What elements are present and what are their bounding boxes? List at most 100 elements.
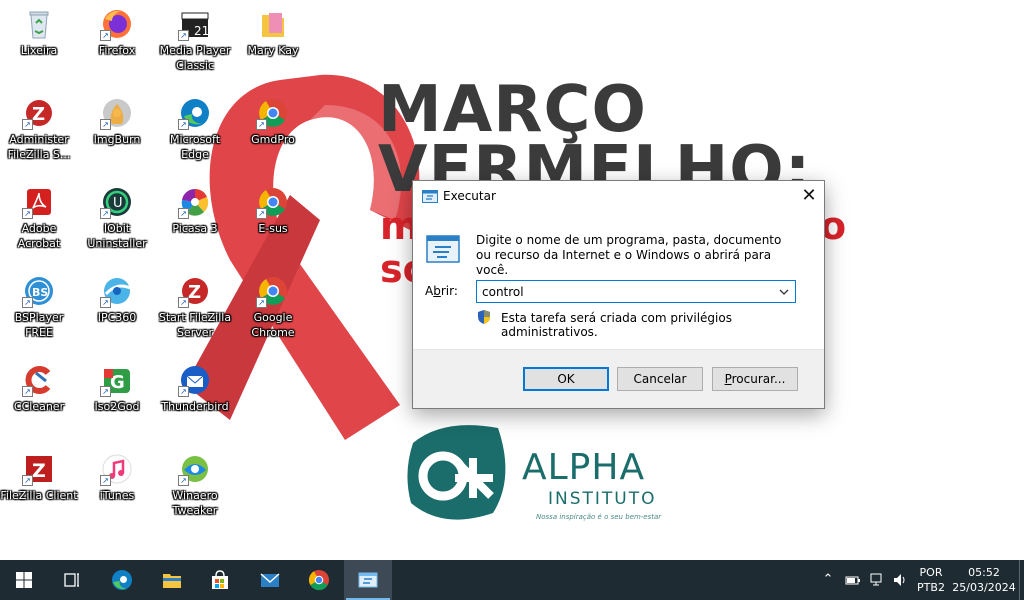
chevron-up-icon[interactable]: ⌃: [820, 572, 836, 588]
start-button[interactable]: [0, 560, 48, 600]
taskbar-store[interactable]: [196, 560, 244, 600]
taskbar-edge[interactable]: [98, 560, 146, 600]
keyboard-layout: PTB2: [917, 581, 945, 594]
desktop-icon-bsplayer[interactable]: BS ↗ BSPlayer FREE: [0, 274, 78, 340]
ccleaner-icon: ↗: [22, 363, 56, 397]
filezilla-server-icon: Z ↗: [22, 96, 56, 130]
file-explorer-icon: [163, 574, 181, 588]
desktop-icon-ipc360[interactable]: ↗ IPC360: [78, 274, 156, 325]
desktop-icon-filezilla-client[interactable]: Z ↗ FileZilla Client: [0, 452, 78, 503]
desktop-icon-ccleaner[interactable]: ↗ CCleaner: [0, 363, 78, 414]
taskbar-mail[interactable]: [246, 560, 294, 600]
store-icon: [212, 570, 228, 589]
desktop-icon-label: Iso2God: [94, 400, 140, 413]
desktop-icon-label: Start FileZilla Server: [158, 311, 232, 339]
desktop-icon-adobe-acrobat[interactable]: ↗ Adobe Acrobat: [0, 185, 78, 251]
run-program-icon: [426, 235, 460, 263]
desktop-icon-label: FileZilla Client: [0, 489, 78, 502]
chrome-icon: ↗: [256, 274, 290, 308]
desktop-icon-e-sus[interactable]: ↗ E-sus: [234, 185, 312, 236]
desktop-icon-iso2god[interactable]: G ↗ Iso2God: [78, 363, 156, 414]
taskbar-clock[interactable]: 05:52 25/03/2024: [951, 565, 1017, 595]
desktop-icon-label: Picasa 3: [172, 222, 218, 235]
admin-privilege-note: Esta tarefa será criada com privilégios …: [501, 311, 732, 339]
alpha-logo-subtitle: INSTITUTO: [548, 489, 657, 509]
edge-icon: ↗: [178, 96, 212, 130]
desktop-icon-gmdpro[interactable]: ↗ GmdPro: [234, 96, 312, 147]
desktop-icon-label: Thunderbird: [161, 400, 229, 413]
task-view-icon: [64, 573, 79, 587]
run-icon: [422, 190, 438, 203]
iobit-icon: U ↗: [100, 185, 134, 219]
battery-icon[interactable]: [845, 572, 861, 588]
svg-text:Z: Z: [188, 282, 201, 303]
thunderbird-icon: ↗: [178, 363, 212, 397]
desktop-icon-administer-filezilla[interactable]: Z ↗ Administer FileZilla S...: [0, 96, 78, 162]
desktop-icon-winaero[interactable]: ↗ Winaero Tweaker: [156, 452, 234, 518]
desktop-icon-media-player[interactable]: 21 ↗ Media Player Classic: [156, 7, 234, 73]
run-dialog: Executar ✕ Digite o nome de um programa,…: [412, 180, 825, 409]
desktop-icon-google-chrome[interactable]: ↗ Google Chrome: [234, 274, 312, 340]
desktop-icon-label: Winaero Tweaker: [172, 489, 218, 517]
ok-button[interactable]: OK: [523, 367, 609, 391]
svg-text:Z: Z: [32, 104, 45, 125]
svg-text:Z: Z: [32, 460, 46, 482]
desktop-icon-label: Media Player Classic: [159, 44, 231, 72]
clock-time: 05:52: [968, 566, 1000, 579]
dialog-titlebar[interactable]: Executar ✕: [413, 181, 824, 212]
uac-shield-icon: [478, 310, 490, 324]
cancel-button[interactable]: Cancelar: [617, 367, 703, 391]
input-language-indicator[interactable]: POR PTB2: [916, 565, 946, 595]
desktop-icon-imgburn[interactable]: ↗ ImgBurn: [78, 96, 156, 147]
taskbar-run[interactable]: [344, 560, 392, 600]
taskbar: ⌃ POR PTB2 05:52 25/03/2024: [0, 560, 1024, 600]
desktop-icon-start-filezilla[interactable]: Z ↗ Start FileZilla Server: [156, 274, 234, 340]
desktop-icon-firefox[interactable]: ↗ Firefox: [78, 7, 156, 58]
desktop-icon-label: Administer FileZilla S...: [7, 133, 71, 161]
acrobat-icon: ↗: [22, 185, 56, 219]
desktop-icon-label: IPC360: [97, 311, 137, 324]
dialog-description: Digite o nome de um programa, pasta, doc…: [476, 233, 782, 277]
show-desktop-button[interactable]: [1019, 560, 1020, 600]
close-icon[interactable]: ✕: [794, 181, 824, 211]
open-input[interactable]: [477, 281, 773, 302]
svg-text:21: 21: [194, 24, 209, 38]
edge-icon: [112, 570, 132, 590]
network-icon[interactable]: [869, 572, 885, 588]
desktop-icon-lixeira[interactable]: Lixeira: [0, 7, 78, 58]
desktop-icon-label: GmdPro: [251, 133, 295, 146]
chrome-icon: ↗: [256, 185, 290, 219]
itunes-icon: ↗: [100, 452, 134, 486]
windows-start-icon: [16, 572, 32, 588]
chevron-down-icon[interactable]: [777, 285, 791, 298]
browse-button[interactable]: Procurar...: [712, 367, 798, 391]
svg-text:U: U: [113, 196, 123, 211]
desktop-icon-itunes[interactable]: ↗ iTunes: [78, 452, 156, 503]
desktop-icon-label: IObit Uninstaller: [87, 222, 147, 250]
taskbar-file-explorer[interactable]: [148, 560, 196, 600]
clock-date: 25/03/2024: [952, 581, 1016, 594]
iso2god-icon: G ↗: [100, 363, 134, 397]
alpha-logo-icon: [407, 425, 506, 520]
desktop-icon-mary-kay[interactable]: Mary Kay: [234, 7, 312, 58]
dialog-body: Digite o nome de um programa, pasta, doc…: [413, 212, 824, 349]
dialog-title: Executar: [443, 189, 496, 203]
open-combobox[interactable]: [476, 280, 796, 303]
desktop-icon-label: Adobe Acrobat: [17, 222, 61, 250]
run-icon: [358, 572, 378, 588]
imgburn-icon: ↗: [100, 96, 134, 130]
taskbar-chrome[interactable]: [295, 560, 343, 600]
filezilla-server-icon: Z ↗: [178, 274, 212, 308]
alpha-logo-name: ALPHA: [522, 447, 646, 488]
media-player-icon: 21 ↗: [178, 7, 212, 41]
volume-icon[interactable]: [892, 572, 908, 588]
desktop-icon-iobit[interactable]: U ↗ IObit Uninstaller: [78, 185, 156, 251]
desktop-icon-thunderbird[interactable]: ↗ Thunderbird: [156, 363, 234, 414]
desktop-icon-picasa[interactable]: ↗ Picasa 3: [156, 185, 234, 236]
desktop-icon-label: E-sus: [258, 222, 288, 235]
task-view-button[interactable]: [48, 560, 96, 600]
alpha-logo-tagline: Nossa inspiração é o seu bem-estar: [536, 513, 662, 521]
desktop-icon-edge[interactable]: ↗ Microsoft Edge: [156, 96, 234, 162]
desktop-icon-label: ImgBurn: [93, 133, 141, 146]
language-code: POR: [919, 566, 943, 579]
